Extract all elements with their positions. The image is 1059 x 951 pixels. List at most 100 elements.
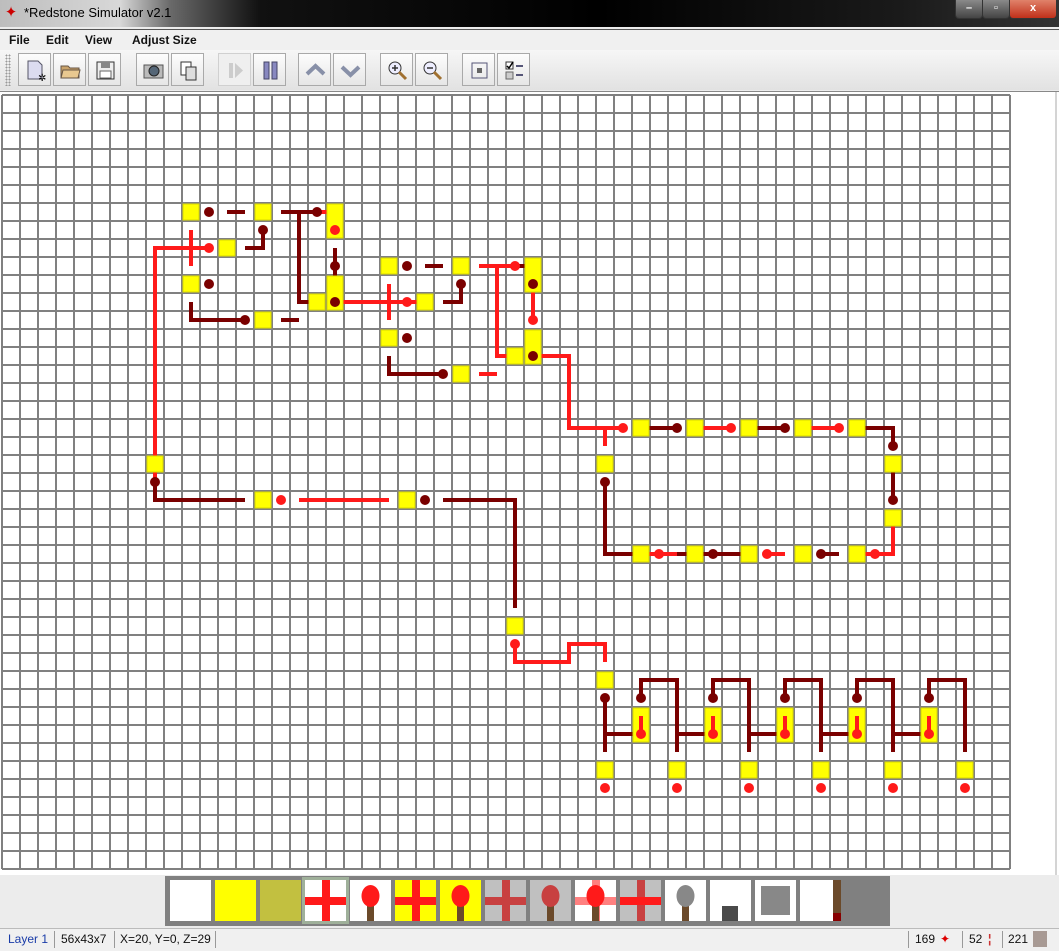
status-bar: Layer 1 56x43x7 X=20, Y=0, Z=29 169 ✦ 52… bbox=[0, 928, 1059, 951]
block bbox=[416, 293, 434, 311]
block-dark-icon bbox=[260, 880, 301, 921]
palette-tile-torch-on-wire[interactable] bbox=[575, 880, 616, 921]
floppy-icon bbox=[96, 61, 115, 80]
block bbox=[146, 455, 164, 473]
close-button[interactable]: x bbox=[1009, 0, 1057, 19]
block-torch-icon bbox=[440, 880, 481, 921]
torch-on bbox=[708, 729, 718, 739]
palette-tile-block[interactable] bbox=[215, 880, 256, 921]
torch-on bbox=[834, 423, 844, 433]
layer-label: Layer 1 bbox=[8, 932, 49, 946]
zoom-in-button[interactable] bbox=[380, 53, 413, 86]
torch-on bbox=[654, 549, 664, 559]
torch-on bbox=[924, 729, 934, 739]
torch-on bbox=[726, 423, 736, 433]
block bbox=[794, 419, 812, 437]
options-button[interactable] bbox=[497, 53, 530, 86]
torch-off bbox=[204, 279, 214, 289]
torch-off bbox=[600, 477, 610, 487]
torch-off bbox=[852, 693, 862, 703]
layer-up-button[interactable] bbox=[298, 53, 331, 86]
coords-label: X=20, Y=0, Z=29 bbox=[120, 932, 211, 946]
maximize-button[interactable]: ▫ bbox=[982, 0, 1010, 19]
palette-tile-air[interactable] bbox=[170, 880, 211, 921]
wire-cross-icon bbox=[620, 880, 661, 921]
button-icon bbox=[722, 906, 738, 921]
block bbox=[794, 545, 812, 563]
palette-tile-block-wire[interactable] bbox=[395, 880, 436, 921]
palette-tile-block-dark[interactable] bbox=[260, 880, 301, 921]
block bbox=[740, 545, 758, 563]
torch-count: 52 bbox=[969, 932, 983, 946]
palette-tile-torch-off[interactable] bbox=[530, 880, 571, 921]
palette-tile-door[interactable] bbox=[800, 880, 841, 921]
pause-icon bbox=[263, 61, 278, 80]
toolbar: ✲ bbox=[0, 50, 1059, 90]
copy-icon bbox=[180, 61, 197, 81]
status-divider bbox=[114, 931, 115, 948]
torch-on bbox=[672, 783, 682, 793]
torch-on bbox=[330, 225, 340, 235]
new-file-button[interactable]: ✲ bbox=[18, 53, 51, 86]
block bbox=[848, 419, 866, 437]
block bbox=[254, 203, 272, 221]
palette-tile-lever[interactable] bbox=[665, 880, 706, 921]
block bbox=[254, 311, 272, 329]
block bbox=[884, 761, 902, 779]
screenshot-button[interactable] bbox=[136, 53, 169, 86]
palette-tile-block-torch[interactable] bbox=[440, 880, 481, 921]
torch-on bbox=[960, 783, 970, 793]
menu-file[interactable]: File bbox=[9, 33, 30, 47]
torch-on bbox=[780, 729, 790, 739]
menu-edit[interactable]: Edit bbox=[46, 33, 69, 47]
torch-off bbox=[708, 549, 718, 559]
block bbox=[596, 761, 614, 779]
torch-off bbox=[888, 441, 898, 451]
palette-tile-button[interactable] bbox=[710, 880, 751, 921]
block bbox=[308, 293, 326, 311]
block bbox=[740, 419, 758, 437]
torch-off bbox=[528, 351, 538, 361]
palette-tile-wire-off[interactable] bbox=[485, 880, 526, 921]
open-button[interactable] bbox=[53, 53, 86, 86]
torch-on bbox=[816, 783, 826, 793]
camera-icon bbox=[143, 64, 164, 79]
zoom-out-button[interactable] bbox=[415, 53, 448, 86]
fit-button[interactable] bbox=[462, 53, 495, 86]
block bbox=[812, 761, 830, 779]
minimize-button[interactable]: – bbox=[955, 0, 983, 19]
torch-on bbox=[402, 297, 412, 307]
fit-icon bbox=[471, 62, 488, 79]
toolbar-grip[interactable] bbox=[5, 54, 11, 86]
play-button[interactable] bbox=[218, 53, 251, 86]
palette-tile-pressure-plate[interactable] bbox=[755, 880, 796, 921]
menu-adjust-size[interactable]: Adjust Size bbox=[132, 33, 197, 47]
block bbox=[884, 509, 902, 527]
torch-on bbox=[510, 639, 520, 649]
palette-tile-wire[interactable] bbox=[302, 877, 349, 924]
status-divider bbox=[908, 931, 909, 948]
circuit-canvas[interactable] bbox=[0, 91, 1059, 875]
palette-tile-wire-cross[interactable] bbox=[620, 880, 661, 921]
torch-off bbox=[258, 225, 268, 235]
block bbox=[398, 491, 416, 509]
layer-down-button[interactable] bbox=[333, 53, 366, 86]
palette-tile-torch[interactable] bbox=[350, 880, 391, 921]
block bbox=[668, 761, 686, 779]
air-icon bbox=[170, 880, 211, 921]
block bbox=[848, 545, 866, 563]
zoom-out-icon bbox=[423, 61, 443, 81]
window-title: *Redstone Simulator v2.1 bbox=[24, 5, 172, 20]
circuit-grid[interactable] bbox=[0, 92, 1059, 875]
chevron-up-icon bbox=[305, 63, 326, 76]
torch-off bbox=[330, 297, 340, 307]
pause-button[interactable] bbox=[253, 53, 286, 86]
torch-off-icon bbox=[530, 880, 571, 921]
torch-on bbox=[762, 549, 772, 559]
torch-off bbox=[402, 333, 412, 343]
copy-button[interactable] bbox=[171, 53, 204, 86]
menu-view[interactable]: View bbox=[85, 33, 112, 47]
folder-icon bbox=[60, 65, 81, 79]
save-button[interactable] bbox=[88, 53, 121, 86]
torch-on bbox=[636, 729, 646, 739]
